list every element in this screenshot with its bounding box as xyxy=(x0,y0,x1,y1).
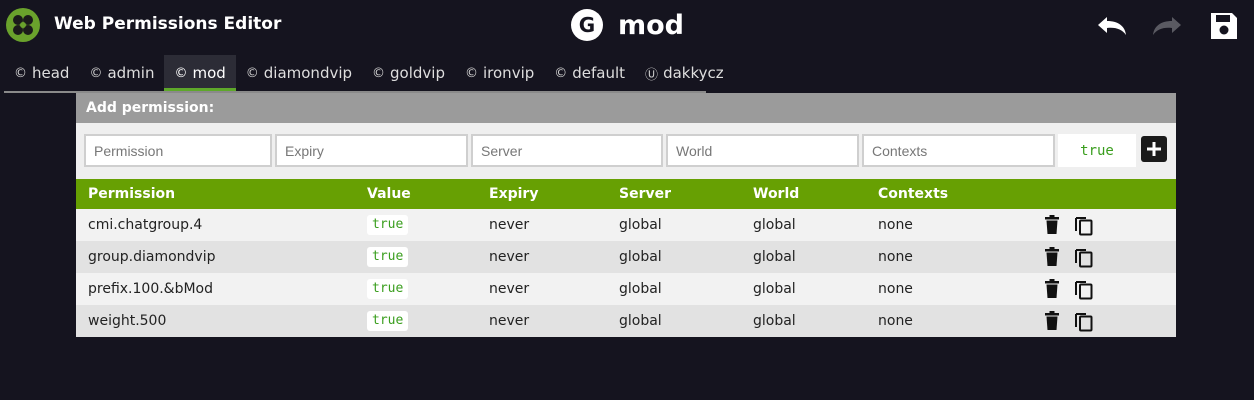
expiry-cell[interactable]: never xyxy=(489,249,529,265)
copy-icon xyxy=(1075,281,1093,300)
value-toggle[interactable]: true xyxy=(1058,134,1136,167)
copy-button[interactable] xyxy=(1072,245,1096,269)
plus-icon xyxy=(1147,142,1161,156)
copy-button[interactable] xyxy=(1072,277,1096,301)
contexts-cell[interactable]: none xyxy=(878,313,913,329)
table-row: cmi.chatgroup.4 true never global global… xyxy=(76,209,1176,241)
column-header-expiry[interactable]: Expiry xyxy=(489,186,538,202)
server-cell[interactable]: global xyxy=(619,217,662,233)
tab-diamondvip[interactable]: © diamondvip xyxy=(236,55,362,91)
permissions-panel: Add permission: true Permission Value Ex… xyxy=(76,93,1176,337)
contexts-cell[interactable]: none xyxy=(878,281,913,297)
server-cell[interactable]: global xyxy=(619,313,662,329)
trash-icon xyxy=(1045,279,1059,298)
copyright-icon: © xyxy=(245,65,259,81)
contexts-input[interactable] xyxy=(862,134,1055,167)
delete-button[interactable] xyxy=(1040,309,1064,333)
expiry-cell[interactable]: never xyxy=(489,217,529,233)
tab-mod[interactable]: © mod xyxy=(164,55,236,91)
add-permission-button[interactable] xyxy=(1141,136,1167,162)
trash-icon xyxy=(1045,215,1059,234)
column-header-world[interactable]: World xyxy=(753,186,799,202)
copyright-icon: © xyxy=(372,65,386,81)
expiry-cell[interactable]: never xyxy=(489,281,529,297)
contexts-cell[interactable]: none xyxy=(878,249,913,265)
world-cell[interactable]: global xyxy=(753,249,796,265)
app-title: Web Permissions Editor xyxy=(54,14,282,34)
tab-default[interactable]: © default xyxy=(544,55,635,91)
copyright-icon: © xyxy=(89,65,103,81)
world-cell[interactable]: global xyxy=(753,281,796,297)
add-permission-form: true xyxy=(76,123,1176,179)
permission-cell[interactable]: prefix.100.&bMod xyxy=(88,281,213,297)
save-button[interactable] xyxy=(1207,10,1241,42)
undo-button[interactable] xyxy=(1095,10,1129,42)
delete-button[interactable] xyxy=(1040,277,1064,301)
redo-button[interactable] xyxy=(1150,10,1184,42)
group-name: mod xyxy=(618,9,685,41)
value-cell[interactable]: true xyxy=(367,247,409,267)
server-input[interactable] xyxy=(471,134,663,167)
trash-icon xyxy=(1045,247,1059,266)
table-row: prefix.100.&bMod true never global globa… xyxy=(76,273,1176,305)
user-icon: Ⓤ xyxy=(645,67,659,83)
table-row: weight.500 true never global global none xyxy=(76,305,1176,337)
value-cell[interactable]: true xyxy=(367,215,409,235)
value-cell[interactable]: true xyxy=(367,279,409,299)
undo-icon xyxy=(1098,17,1126,35)
permission-cell[interactable]: cmi.chatgroup.4 xyxy=(88,217,202,233)
permission-cell[interactable]: group.diamondvip xyxy=(88,249,216,265)
world-input[interactable] xyxy=(666,134,859,167)
permission-cell[interactable]: weight.500 xyxy=(88,313,166,329)
copyright-icon: © xyxy=(465,65,478,81)
expiry-input[interactable] xyxy=(275,134,468,167)
copyright-icon: © xyxy=(174,65,188,81)
group-title: G mod xyxy=(570,7,684,43)
column-header-server[interactable]: Server xyxy=(619,186,671,202)
value-cell[interactable]: true xyxy=(367,311,409,331)
expiry-cell[interactable]: never xyxy=(489,313,529,329)
copy-button[interactable] xyxy=(1072,309,1096,333)
table-header: Permission Value Expiry Server World Con… xyxy=(76,179,1176,209)
trash-icon xyxy=(1045,311,1059,330)
copy-icon xyxy=(1075,249,1093,268)
copyright-icon: © xyxy=(14,65,27,81)
tab-ironvip[interactable]: © ironvip xyxy=(455,55,544,91)
world-cell[interactable]: global xyxy=(753,313,796,329)
copy-button[interactable] xyxy=(1072,213,1096,237)
tab-dakkycz[interactable]: Ⓤdakkycz xyxy=(635,55,734,91)
group-tabs: © head © admin © mod © diamondvip © goldvip ©… xyxy=(4,55,724,93)
save-icon xyxy=(1211,13,1237,39)
copyright-icon: © xyxy=(554,65,568,81)
column-header-permission[interactable]: Permission xyxy=(88,186,175,202)
tab-goldvip[interactable]: © goldvip xyxy=(362,55,455,91)
redo-icon xyxy=(1153,17,1181,35)
permission-input[interactable] xyxy=(84,134,272,167)
column-header-contexts[interactable]: Contexts xyxy=(878,186,948,202)
delete-button[interactable] xyxy=(1040,213,1064,237)
world-cell[interactable]: global xyxy=(753,217,796,233)
svg-text:G: G xyxy=(579,13,595,37)
tab-admin[interactable]: © admin xyxy=(79,55,164,91)
group-badge-icon: G xyxy=(571,9,603,41)
server-cell[interactable]: global xyxy=(619,281,662,297)
column-header-value[interactable]: Value xyxy=(367,186,411,202)
delete-button[interactable] xyxy=(1040,245,1064,269)
copy-icon xyxy=(1075,313,1093,332)
tab-head[interactable]: © head xyxy=(4,55,79,91)
clover-logo-icon xyxy=(6,8,40,42)
add-permission-title: Add permission: xyxy=(76,93,1176,123)
contexts-cell[interactable]: none xyxy=(878,217,913,233)
app-header: Web Permissions Editor G mod xyxy=(0,0,1254,52)
copy-icon xyxy=(1075,217,1093,236)
table-row: group.diamondvip true never global globa… xyxy=(76,241,1176,273)
server-cell[interactable]: global xyxy=(619,249,662,265)
